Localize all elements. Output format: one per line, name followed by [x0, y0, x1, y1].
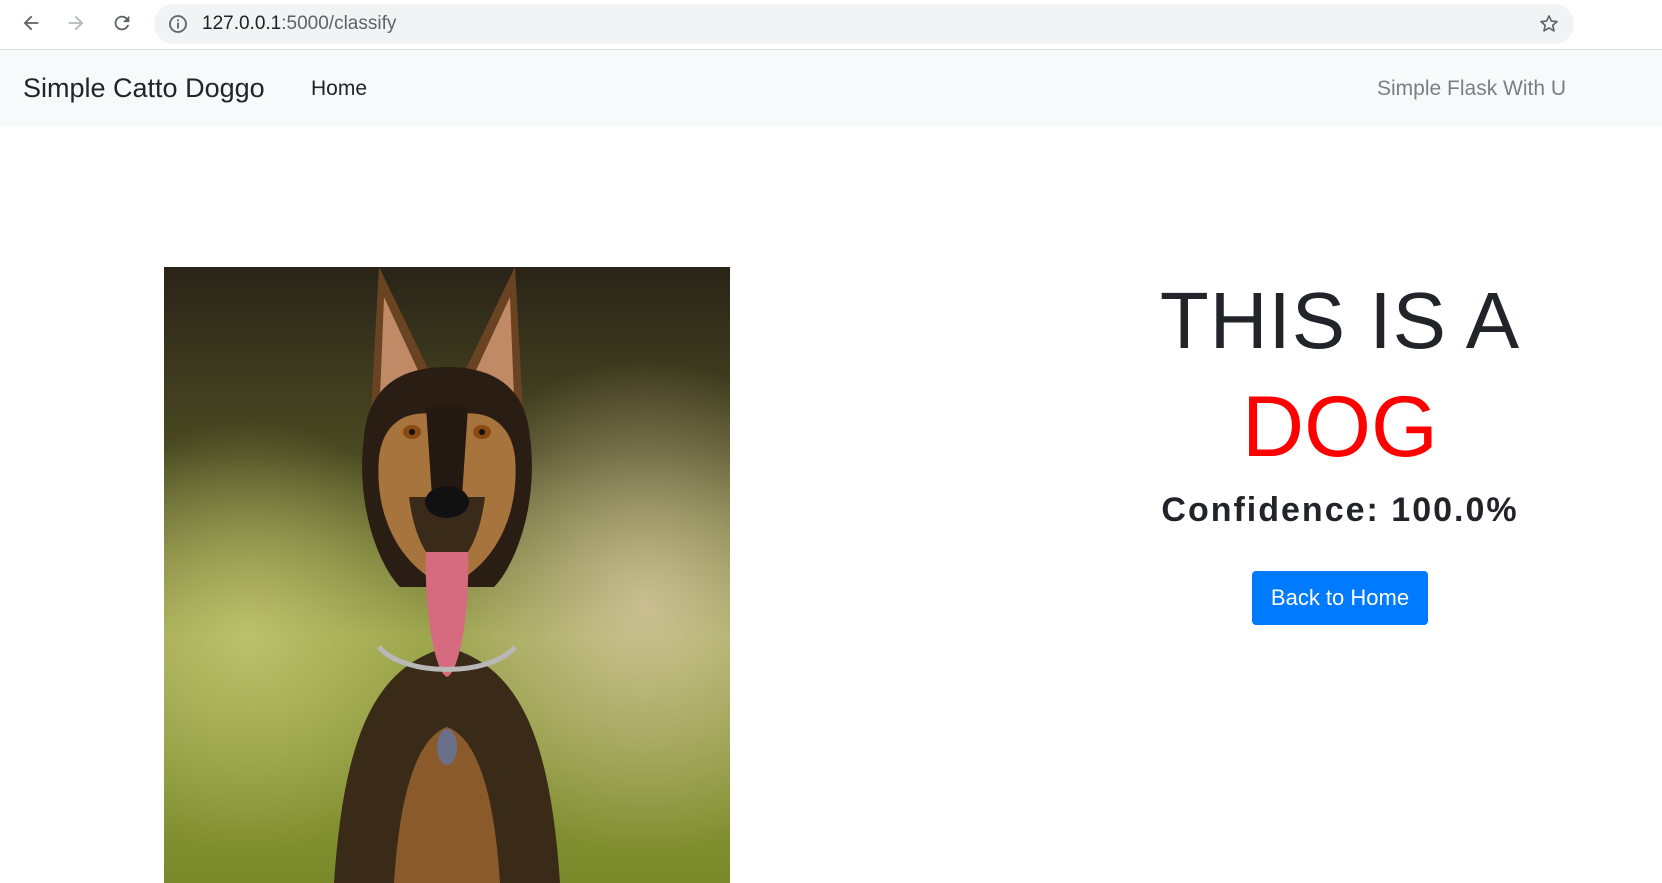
info-icon[interactable]: [168, 14, 188, 34]
classification-result: THIS IS A DOG Confidence: 100.0% Back to…: [1110, 275, 1570, 625]
browser-toolbar: 127.0.0.1:5000/classify: [0, 0, 1662, 50]
nav-link-home[interactable]: Home: [311, 76, 367, 102]
site-navbar: Simple Catto Doggo Home Simple Flask Wit…: [0, 50, 1662, 126]
result-headline: THIS IS A: [1159, 276, 1521, 365]
url-path: :5000/classify: [281, 13, 397, 34]
star-icon[interactable]: [1538, 13, 1560, 35]
predicted-label: DOG: [1242, 379, 1438, 475]
navbar-right-text: Simple Flask With U: [1377, 77, 1567, 100]
url-text[interactable]: 127.0.0.1:5000/classify: [202, 14, 396, 34]
reload-icon[interactable]: [107, 8, 137, 38]
uploaded-dog-photo: [164, 267, 730, 883]
navbar-brand[interactable]: Simple Catto Doggo: [23, 71, 265, 105]
address-bar[interactable]: 127.0.0.1:5000/classify: [154, 4, 1574, 44]
back-to-home-button[interactable]: Back to Home: [1251, 571, 1429, 625]
confidence-text: Confidence: 100.0%: [1161, 491, 1519, 529]
back-arrow-icon[interactable]: [16, 8, 46, 38]
forward-arrow-icon[interactable]: [61, 8, 91, 38]
url-host: 127.0.0.1: [202, 13, 282, 34]
